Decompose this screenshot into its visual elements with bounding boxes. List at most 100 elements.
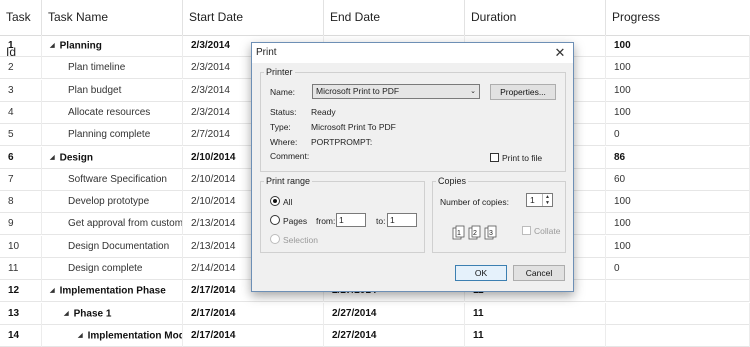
cell-task-id: 8 <box>0 191 42 214</box>
cell-progress: 0 <box>606 124 750 147</box>
copies-spinner[interactable]: 1 ▲ ▼ <box>526 193 553 207</box>
cell-task-name: Plan timeline <box>42 57 183 80</box>
cell-task-id: 1 <box>0 35 42 57</box>
properties-button[interactable]: Properties... <box>490 84 556 100</box>
cell-task-name: Develop prototype <box>42 191 183 214</box>
expand-toggle-icon[interactable]: ◢ <box>64 303 69 325</box>
close-icon[interactable]: ✕ <box>551 44 569 62</box>
task-name-text: Design complete <box>68 263 143 274</box>
printer-status-label: Status: <box>270 107 297 117</box>
column-header-task-id[interactable]: Task Id <box>0 0 42 59</box>
cell-progress: 100 <box>606 101 750 124</box>
svg-text:2: 2 <box>473 230 477 237</box>
cell-task-id: 9 <box>0 213 42 236</box>
from-input[interactable]: 1 <box>336 213 366 227</box>
print-range-all-label: All <box>283 197 293 207</box>
cancel-button[interactable]: Cancel <box>513 265 565 281</box>
cell-task-name: Design Documentation <box>42 235 183 258</box>
print-to-file-label: Print to file <box>502 153 543 163</box>
cell-duration: 11 <box>465 302 606 325</box>
cell-progress: 100 <box>606 35 750 57</box>
cell-task-id: 2 <box>0 57 42 80</box>
cell-task-id: 7 <box>0 168 42 191</box>
cell-task-id: 13 <box>0 302 42 325</box>
cell-task-id: 6 <box>0 146 42 169</box>
spinner-down-icon[interactable]: ▼ <box>543 200 552 206</box>
printer-type-label: Type: <box>270 122 291 132</box>
task-name-text: Design <box>59 152 93 164</box>
cell-progress: 100 <box>606 191 750 214</box>
task-name-text: Plan timeline <box>68 62 126 74</box>
to-label: to: <box>376 216 386 226</box>
dialog-titlebar: Print ✕ <box>252 43 573 63</box>
to-input[interactable]: 1 <box>387 213 417 227</box>
expand-toggle-icon[interactable]: ◢ <box>50 280 55 302</box>
cell-task-id: 11 <box>0 258 42 280</box>
chevron-down-icon: ⌄ <box>470 88 476 95</box>
task-name-text: Get approval from custome <box>68 218 183 230</box>
cell-progress: 100 <box>606 57 750 80</box>
print-range-selection-radio[interactable] <box>270 234 280 244</box>
print-range-pages-label: Pages <box>283 216 308 226</box>
print-to-file-checkbox[interactable] <box>490 153 499 162</box>
expand-toggle-icon[interactable]: ◢ <box>50 35 55 57</box>
column-header-start-date[interactable]: Start Date <box>183 0 324 35</box>
cell-task-name: Plan budget <box>42 79 183 102</box>
cell-task-id: 5 <box>0 124 42 147</box>
printer-name-value: Microsoft Print to PDF <box>316 86 400 96</box>
cell-task-id: 12 <box>0 280 42 303</box>
task-name-text: Design Documentation <box>68 240 170 252</box>
cell-task-name: Planning complete <box>42 124 183 147</box>
table-row[interactable]: 13 ◢ Phase 1 2/17/2014 2/27/2014 11 <box>0 302 750 325</box>
cell-task-id: 10 <box>0 235 42 258</box>
number-of-copies-label: Number of copies: <box>440 197 509 207</box>
print-range-selection-label: Selection <box>283 235 318 245</box>
task-name-text: Planning complete <box>68 129 151 141</box>
print-range-all-radio[interactable] <box>270 196 280 206</box>
cell-task-name: Allocate resources <box>42 101 183 124</box>
cell-task-id: 4 <box>0 101 42 124</box>
column-header-duration[interactable]: Duration <box>465 0 606 35</box>
collate-label: Collate <box>534 226 561 236</box>
ok-button[interactable]: OK <box>455 265 507 281</box>
cell-task-name: Software Specification <box>42 168 183 191</box>
cell-progress: 100 <box>606 235 750 258</box>
cell-progress: 100 <box>606 79 750 102</box>
task-name-text: Implementation Modul <box>87 330 182 342</box>
cell-progress: 60 <box>606 168 750 191</box>
cell-task-name: Design complete <box>42 258 183 280</box>
expand-toggle-icon[interactable]: ◢ <box>50 147 55 169</box>
spinner-arrows[interactable]: ▲ ▼ <box>542 194 552 206</box>
collate-pages-icon: 1 2 3 <box>452 225 497 240</box>
cell-start-date: 2/17/2014 <box>183 302 324 325</box>
printer-status-value: Ready <box>311 107 336 117</box>
cell-progress: 100 <box>606 213 750 236</box>
cell-task-name: ◢ Implementation Phase <box>42 280 183 303</box>
svg-text:1: 1 <box>457 230 461 237</box>
collate-checkbox[interactable] <box>522 226 531 235</box>
task-name-text: Planning <box>59 40 102 52</box>
printer-where-value: PORTPROMPT: <box>311 137 373 147</box>
printer-name-select[interactable]: Microsoft Print to PDF ⌄ <box>312 84 480 99</box>
cell-progress <box>606 280 750 303</box>
task-name-text: Software Specification <box>68 173 167 185</box>
task-name-text: Implementation Phase <box>59 285 166 297</box>
cell-end-date: 2/27/2014 <box>324 302 465 325</box>
cell-progress <box>606 302 750 325</box>
cell-task-name: Get approval from custome <box>42 213 183 236</box>
cell-task-name: ◢ Design <box>42 146 183 169</box>
column-header-end-date[interactable]: End Date <box>324 0 465 35</box>
cell-progress: 86 <box>606 146 750 169</box>
task-name-text: Allocate resources <box>68 106 151 118</box>
print-dialog: Print ✕ Printer Name: Microsoft Print to… <box>251 42 574 292</box>
print-range-group-label: Print range <box>264 176 313 186</box>
cell-task-name: ◢ Planning <box>42 35 183 57</box>
column-header-task-name[interactable]: Task Name <box>42 0 183 35</box>
printer-where-label: Where: <box>270 137 298 147</box>
grid-header: Task Id Task Name Start Date End Date Du… <box>0 0 750 59</box>
column-header-progress[interactable]: Progress <box>606 0 750 35</box>
print-range-pages-radio[interactable] <box>270 215 280 225</box>
task-name-text: Plan budget <box>68 84 122 96</box>
printer-name-label: Name: <box>270 87 296 97</box>
cell-task-name: ◢ Phase 1 <box>42 302 183 325</box>
